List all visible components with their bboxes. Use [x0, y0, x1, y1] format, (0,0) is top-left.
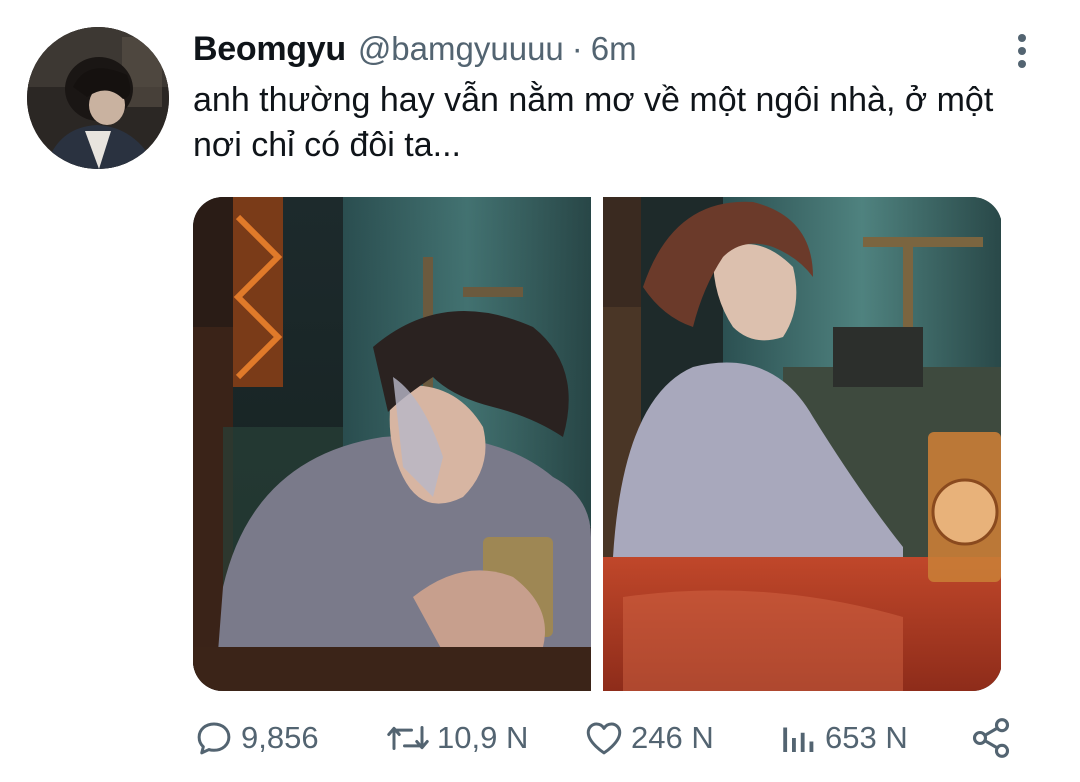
- media-grid: [193, 197, 1002, 691]
- views-icon: [783, 727, 814, 752]
- retweet-button[interactable]: 10,9 N: [385, 710, 528, 766]
- like-count: 246 N: [631, 720, 714, 755]
- tweet-card: Beomgyu @bamgyuuuu · 6m anh thường hay v…: [0, 0, 1080, 782]
- photo-1[interactable]: [193, 197, 591, 691]
- views-button[interactable]: 653 N: [779, 710, 908, 766]
- action-bar: 9,856 10,9 N 246 N 653 N: [193, 710, 1023, 766]
- reply-count: 9,856: [241, 720, 319, 755]
- heart-icon: [586, 722, 622, 755]
- more-vertical-icon: [1018, 34, 1026, 68]
- reply-button[interactable]: 9,856: [193, 710, 319, 766]
- separator-dot: ·: [571, 30, 583, 67]
- retweet-count: 10,9 N: [437, 720, 529, 755]
- timestamp[interactable]: 6m: [591, 30, 637, 68]
- avatar[interactable]: [27, 27, 169, 169]
- tweet-header: Beomgyu @bamgyuuuu · 6m: [193, 30, 637, 74]
- more-options-button[interactable]: [1005, 32, 1039, 72]
- reply-icon: [197, 722, 231, 755]
- display-name[interactable]: Beomgyu: [193, 30, 346, 69]
- user-handle[interactable]: @bamgyuuuu: [358, 30, 564, 68]
- like-button[interactable]: 246 N: [583, 710, 714, 766]
- retweet-icon: [387, 726, 429, 750]
- views-count: 653 N: [825, 720, 908, 755]
- tweet-text: anh thường hay vẫn nằm mơ về một ngôi nh…: [193, 81, 994, 164]
- share-icon: [972, 718, 1010, 758]
- share-button[interactable]: [969, 710, 1013, 766]
- photo-2[interactable]: [603, 197, 1001, 691]
